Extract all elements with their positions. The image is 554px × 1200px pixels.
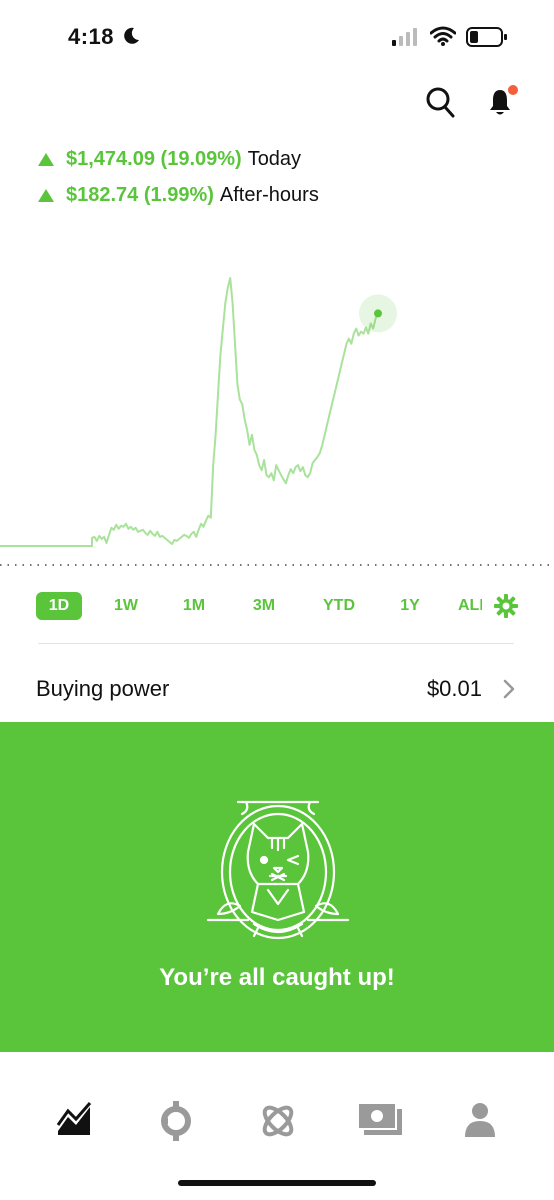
status-time: 4:18 <box>68 24 115 49</box>
today-change-value: $1,474.09 (19.09%) <box>66 148 242 170</box>
cash-icon[interactable] <box>356 1101 404 1137</box>
search-icon[interactable] <box>426 86 456 118</box>
atom-icon[interactable] <box>258 1101 298 1141</box>
chevron-right-icon <box>503 679 515 699</box>
range-1m[interactable]: 1M <box>174 592 214 620</box>
person-icon[interactable] <box>464 1101 496 1137</box>
home-indicator[interactable] <box>178 1180 376 1186</box>
wifi-icon <box>430 26 456 46</box>
after-hours-change-label: After-hours <box>219 184 319 206</box>
gear-icon[interactable] <box>494 594 518 618</box>
portfolio-line <box>0 277 379 547</box>
up-arrow-icon <box>38 153 54 166</box>
today-change-label: Today <box>247 148 302 170</box>
cellular-signal-icon <box>392 28 417 46</box>
today-change: $1,474.09 (19.09%) Today <box>38 148 301 171</box>
range-ytd[interactable]: YTD <box>314 592 364 620</box>
divider <box>38 643 514 644</box>
buying-power-label: Buying power <box>36 676 170 701</box>
caught-up-message: You’re all caught up! <box>159 964 395 991</box>
line-chart-icon[interactable] <box>56 1101 92 1137</box>
cat-portrait-icon <box>206 800 350 940</box>
range-3m[interactable]: 3M <box>244 592 284 620</box>
range-1y[interactable]: 1Y <box>392 592 428 620</box>
moon-icon <box>124 27 139 44</box>
battery-icon <box>466 27 507 47</box>
notifications-bell-icon[interactable] <box>486 84 520 118</box>
portfolio-chart[interactable] <box>0 260 554 580</box>
status-bar: 4:18 <box>0 0 554 70</box>
up-arrow-icon <box>38 189 54 202</box>
after-hours-change: $182.74 (1.99%) After-hours <box>38 184 319 207</box>
header-actions <box>0 82 554 122</box>
buying-power-row[interactable]: Buying power $0.01 <box>0 660 554 720</box>
current-point <box>374 309 382 318</box>
range-1w[interactable]: 1W <box>106 592 146 620</box>
crypto-icon[interactable] <box>158 1101 194 1141</box>
range-1d[interactable]: 1D <box>36 592 82 620</box>
bottom-tab-bar <box>0 1085 554 1165</box>
range-all[interactable]: ALL <box>458 592 482 620</box>
buying-power-value: $0.01 <box>426 676 482 701</box>
range-selector: 1D 1W 1M 3M YTD 1Y ALL <box>0 588 554 624</box>
after-hours-change-value: $182.74 (1.99%) <box>66 184 214 206</box>
caught-up-panel: You’re all caught up! <box>0 722 554 1052</box>
